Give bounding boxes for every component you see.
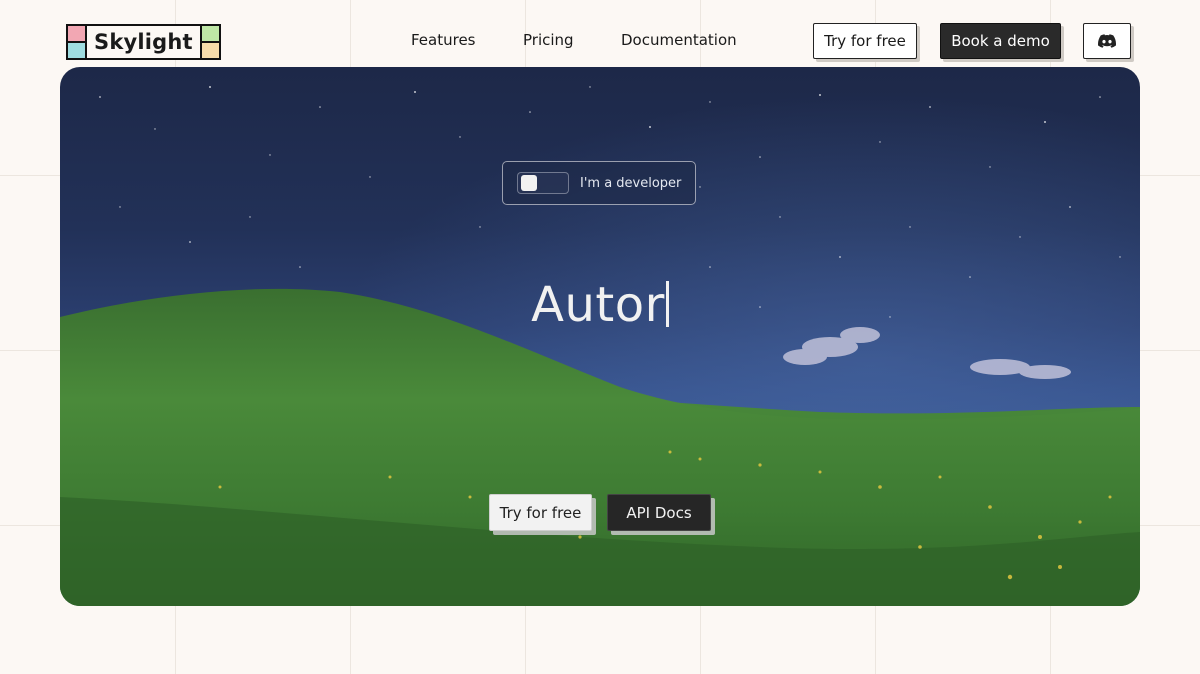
hero-headline: Autor	[60, 277, 1140, 333]
discord-button[interactable]	[1083, 23, 1131, 59]
logo-tiles-left	[68, 26, 87, 58]
logo-tiles-right	[199, 26, 219, 58]
api-docs-button[interactable]: API Docs	[607, 494, 711, 531]
nav-pricing-link[interactable]: Pricing	[523, 31, 574, 49]
brand-name: Skylight	[87, 26, 200, 58]
nav-features-link[interactable]: Features	[411, 31, 476, 49]
hero-try-free-button[interactable]: Try for free	[489, 494, 592, 531]
hero-landscape-image	[60, 67, 1140, 606]
toggle-label: I'm a developer	[580, 175, 682, 191]
toggle-knob	[521, 175, 537, 191]
brand-logo[interactable]: Skylight	[66, 24, 221, 60]
hero-headline-text: Autor	[531, 277, 665, 333]
developer-toggle[interactable]: I'm a developer	[502, 161, 696, 205]
book-demo-button[interactable]: Book a demo	[940, 23, 1061, 59]
header-try-free-button[interactable]: Try for free	[813, 23, 917, 59]
hero-section: I'm a developer Autor Try for free API D…	[60, 67, 1140, 606]
typing-caret	[665, 281, 669, 327]
nav-documentation-link[interactable]: Documentation	[621, 31, 737, 49]
toggle-switch[interactable]	[517, 172, 569, 194]
discord-icon	[1098, 34, 1116, 48]
